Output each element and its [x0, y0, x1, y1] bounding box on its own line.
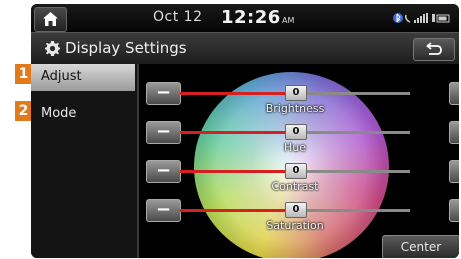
page-title: Display Settings — [65, 39, 187, 57]
status-time: 12:26 — [221, 7, 281, 28]
hue-slider-handle[interactable]: 0 — [285, 124, 307, 140]
hue-increase-button[interactable]: + — [449, 121, 459, 144]
hue-slider-fill — [180, 131, 295, 134]
brightness-decrease-button[interactable]: − — [146, 82, 181, 105]
brightness-slider-handle[interactable]: 0 — [285, 85, 307, 101]
contrast-label: Contrast — [271, 180, 319, 193]
sidebar-item-label: Adjust — [41, 69, 82, 84]
back-button[interactable] — [413, 38, 455, 61]
callout-badge-1: 1 — [15, 64, 32, 84]
hue-label: Hue — [283, 141, 306, 154]
saturation-decrease-button[interactable]: − — [146, 199, 181, 222]
status-bar: Oct 12 12:26 AM — [31, 4, 459, 32]
status-icons — [393, 13, 450, 23]
sidebar-item-adjust[interactable]: Adjust — [31, 64, 135, 91]
phone-icon — [405, 14, 411, 23]
home-button[interactable] — [34, 7, 67, 32]
brightness-slider-fill — [180, 92, 295, 95]
saturation-label: Saturation — [266, 219, 324, 232]
sidebar-item-label: Mode — [41, 106, 77, 121]
contrast-slider-handle[interactable]: 0 — [285, 163, 307, 179]
callout-badge-2: 2 — [15, 101, 32, 121]
adjust-panel: − 0 + Brightness − 0 + Hue − 0 + Contras… — [139, 64, 459, 258]
brightness-increase-button[interactable]: + — [449, 82, 459, 105]
saturation-slider-fill — [180, 209, 295, 212]
saturation-slider-handle[interactable]: 0 — [285, 202, 307, 218]
back-arrow-icon — [426, 42, 442, 55]
status-ampm: AM — [282, 16, 295, 25]
sidebar-item-mode[interactable]: Mode — [31, 101, 135, 128]
center-button[interactable]: Center — [382, 235, 459, 258]
status-date: Oct 12 — [153, 9, 203, 25]
contrast-increase-button[interactable]: + — [449, 160, 459, 183]
hue-decrease-button[interactable]: − — [146, 121, 181, 144]
gear-icon — [45, 41, 60, 56]
brightness-label: Brightness — [265, 102, 325, 115]
sidebar: Adjust Mode — [31, 64, 139, 258]
contrast-decrease-button[interactable]: − — [146, 160, 181, 183]
contrast-slider-fill — [180, 170, 295, 173]
head-unit-screen: Oct 12 12:26 AM Display Settings Adjust … — [31, 4, 459, 258]
title-bar: Display Settings — [31, 32, 459, 65]
saturation-increase-button[interactable]: + — [449, 199, 459, 222]
home-icon — [43, 12, 58, 26]
